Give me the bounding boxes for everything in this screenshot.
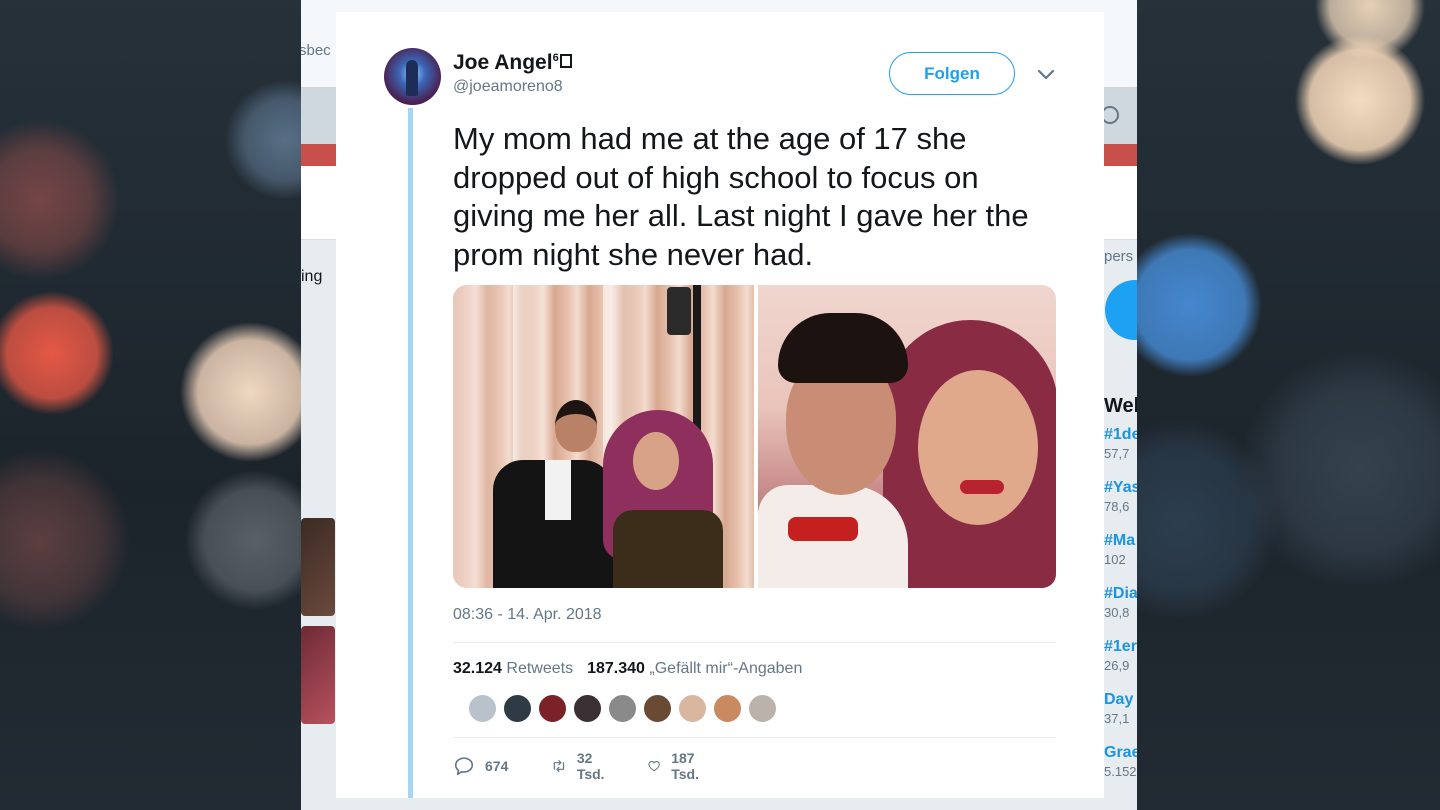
retweet-icon <box>553 760 565 772</box>
background-photo <box>301 626 335 724</box>
tweet-card: Joe Angel6 @joeamoreno8 Folgen My mom ha… <box>336 12 1104 798</box>
chevron-down-icon[interactable] <box>1036 67 1056 81</box>
liker-avatar[interactable] <box>468 694 497 723</box>
background-photo <box>301 518 335 616</box>
heart-icon <box>648 761 660 772</box>
background-trend: #Yas 78,6 <box>1104 479 1137 514</box>
liker-avatar[interactable] <box>748 694 777 723</box>
author-name-text: Joe Angel <box>453 51 553 74</box>
background-partial-text: sbec <box>301 42 331 59</box>
like-button[interactable]: 187 Tsd. <box>647 750 707 782</box>
background-trends-heading: Wel <box>1104 395 1137 417</box>
son-bowtie <box>788 517 858 541</box>
retweets-stat[interactable]: 32.124 Retweets <box>453 660 573 677</box>
background-trend: Day 37,1 <box>1104 691 1134 726</box>
missing-glyph-icon <box>559 54 572 68</box>
background-trend: #Ma 102 <box>1104 532 1136 567</box>
follow-button[interactable]: Folgen <box>889 52 1015 95</box>
liker-avatar[interactable] <box>678 694 707 723</box>
background-right-text: pers <box>1104 248 1134 265</box>
background-trend: Grae 5.152 <box>1104 744 1137 779</box>
author-name-superscript: 6 <box>552 52 559 64</box>
divider <box>453 642 1056 643</box>
background-trend: #1de 57,7 <box>1104 426 1137 461</box>
liker-avatar[interactable] <box>643 694 672 723</box>
likes-stat[interactable]: 187.340 „Gefällt mir“-Angaben <box>587 660 802 677</box>
photo-prom-selfie[interactable] <box>758 285 1056 588</box>
photo-prom-full[interactable] <box>453 285 754 588</box>
reply-button[interactable]: 674 <box>453 754 508 778</box>
person-mother <box>603 410 723 588</box>
reply-icon <box>454 757 474 776</box>
liker-avatar[interactable] <box>713 694 742 723</box>
like-count: 187 Tsd. <box>671 750 699 782</box>
liker-avatar[interactable] <box>573 694 602 723</box>
author-handle[interactable]: @joeamoreno8 <box>453 78 563 96</box>
tweet-text: My mom had me at the age of 17 she dropp… <box>453 121 1029 272</box>
background-trend: #Dia 30,8 <box>1104 585 1137 620</box>
tweet-stats: 32.124 Retweets 187.340 „Gefällt mir“-Ang… <box>453 660 802 678</box>
background-blue-avatar <box>1105 280 1137 340</box>
mother-face <box>918 370 1038 525</box>
son-hair <box>778 313 908 383</box>
avatar[interactable] <box>384 48 441 105</box>
retweet-count: 32 Tsd. <box>576 750 605 782</box>
reply-count: 674 <box>485 758 509 774</box>
thread-line <box>408 108 413 798</box>
avatar-figure <box>406 60 418 96</box>
lamp-head <box>667 287 691 335</box>
retweet-button[interactable]: 32 Tsd. <box>551 750 611 782</box>
mother-lips <box>960 480 1004 494</box>
liker-avatar[interactable] <box>608 694 637 723</box>
liker-avatar[interactable] <box>538 694 567 723</box>
divider <box>453 737 1056 738</box>
background-left-text: ing <box>301 268 323 285</box>
tweet-media[interactable] <box>453 285 1056 588</box>
person-son <box>493 400 613 588</box>
background-trend: #1er 26,9 <box>1104 638 1137 673</box>
author-name[interactable]: Joe Angel6 <box>453 51 572 75</box>
liker-avatar[interactable] <box>503 694 532 723</box>
tweet-timestamp[interactable]: 08:36 - 14. Apr. 2018 <box>453 606 602 624</box>
